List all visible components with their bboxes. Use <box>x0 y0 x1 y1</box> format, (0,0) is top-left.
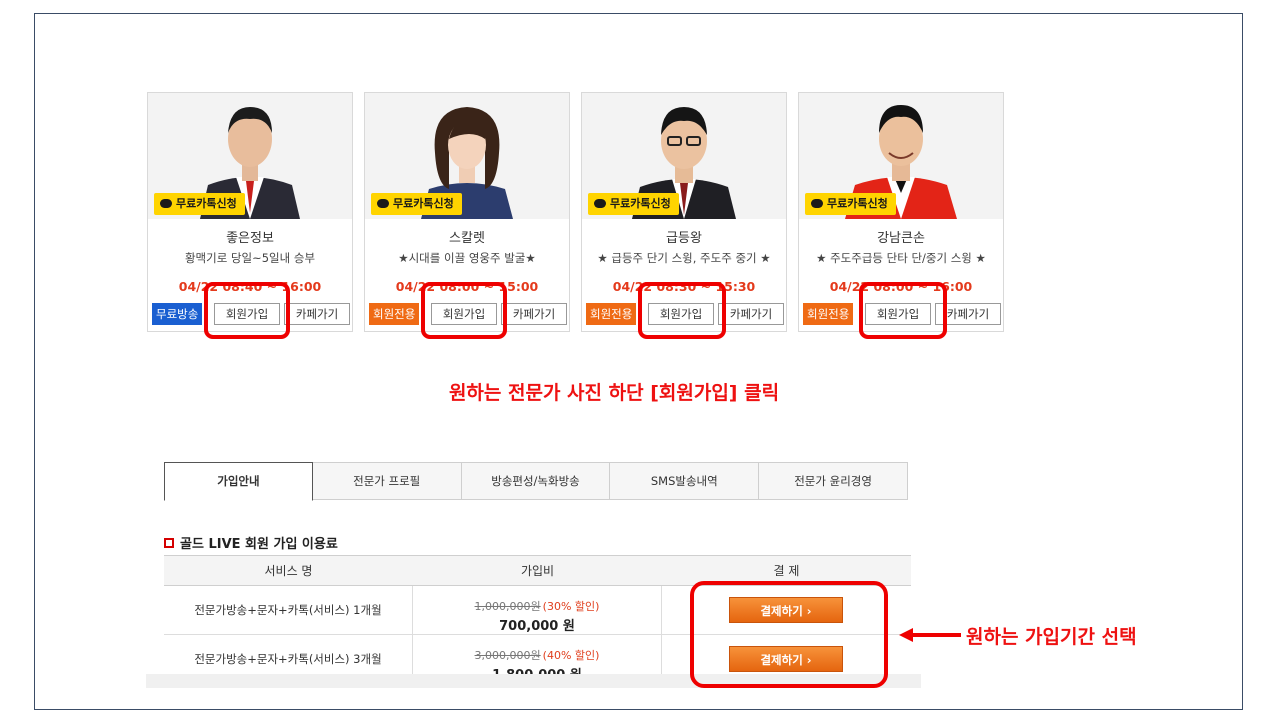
join-highlight-box <box>421 282 507 339</box>
expert-slogan: ★ 주도주급등 단타 단/중기 스윙 ★ <box>816 251 986 265</box>
expert-photo[interactable]: 무료카톡신청 <box>799 93 1003 219</box>
expert-name: 급등왕 <box>666 231 702 246</box>
tab-sms-history[interactable]: SMS발송내역 <box>610 462 760 500</box>
expert-photo[interactable]: 무료카톡신청 <box>582 93 786 219</box>
expert-photo[interactable]: 무료카톡신청 <box>365 93 569 219</box>
expert-slogan: ★시대를 이끌 영웅주 발굴★ <box>398 251 536 265</box>
discount-rate: (30% 할인) <box>542 600 600 613</box>
expert-slogan: ★ 급등주 단기 스윙, 주도주 중기 ★ <box>597 251 771 265</box>
cafe-button[interactable]: 카페가기 <box>501 303 567 325</box>
kakao-badge[interactable]: 무료카톡신청 <box>588 193 679 215</box>
cafe-button[interactable]: 카페가기 <box>284 303 350 325</box>
original-price: 1,000,000원 <box>474 600 541 613</box>
sale-price: 700,000 원 <box>499 619 575 634</box>
tab-expert-profile[interactable]: 전문가 프로필 <box>312 462 462 500</box>
section-title: 골드 LIVE 회원 가입 이용료 <box>164 533 338 552</box>
service-name: 전문가방송+문자+카톡(서비스) 1개월 <box>164 586 413 634</box>
header-fee: 가입비 <box>520 564 555 578</box>
chat-bubble-icon <box>594 199 606 208</box>
info-tabs: 가입안내 전문가 프로필 방송편성/녹화방송 SMS발송내역 전문가 윤리경영 <box>164 462 908 501</box>
discount-rate: (40% 할인) <box>542 649 600 662</box>
chat-bubble-icon <box>811 199 823 208</box>
kakao-badge[interactable]: 무료카톡신청 <box>154 193 245 215</box>
square-bullet-icon <box>164 538 174 548</box>
broadcast-type-tag: 회원전용 <box>586 303 637 325</box>
left-arrow-icon <box>899 628 961 642</box>
tab-join-info[interactable]: 가입안내 <box>164 462 313 501</box>
expert-name: 좋은정보 <box>226 231 274 246</box>
payment-highlight-box <box>690 581 888 688</box>
broadcast-type-tag: 무료방송 <box>152 303 203 325</box>
join-highlight-box <box>859 282 947 339</box>
original-price: 3,000,000원 <box>474 649 541 662</box>
chat-bubble-icon <box>160 199 172 208</box>
instruction-click-join: 원하는 전문가 사진 하단 [회원가입] 클릭 <box>448 382 780 404</box>
instruction-select-period: 원하는 가입기간 선택 <box>966 626 1137 648</box>
expert-photo[interactable]: 무료카톡신청 <box>148 93 352 219</box>
join-highlight-box <box>204 282 290 339</box>
tab-expert-ethics[interactable]: 전문가 윤리경영 <box>759 462 908 500</box>
kakao-badge[interactable]: 무료카톡신청 <box>371 193 462 215</box>
broadcast-type-tag: 회원전용 <box>369 303 420 325</box>
expert-name: 스칼렛 <box>449 231 485 246</box>
broadcast-type-tag: 회원전용 <box>803 303 854 325</box>
kakao-badge[interactable]: 무료카톡신청 <box>805 193 896 215</box>
expert-name: 강남큰손 <box>877 231 925 246</box>
tab-broadcast-schedule[interactable]: 방송편성/녹화방송 <box>461 462 611 500</box>
cafe-button[interactable]: 카페가기 <box>718 303 784 325</box>
expert-slogan: 황맥기로 당일~5일내 승부 <box>184 251 316 265</box>
chat-bubble-icon <box>377 199 389 208</box>
header-service: 서비스 명 <box>264 564 313 578</box>
join-highlight-box <box>638 282 726 339</box>
fee-cell: 1,000,000원 (30% 할인) 700,000 원 <box>413 586 662 634</box>
